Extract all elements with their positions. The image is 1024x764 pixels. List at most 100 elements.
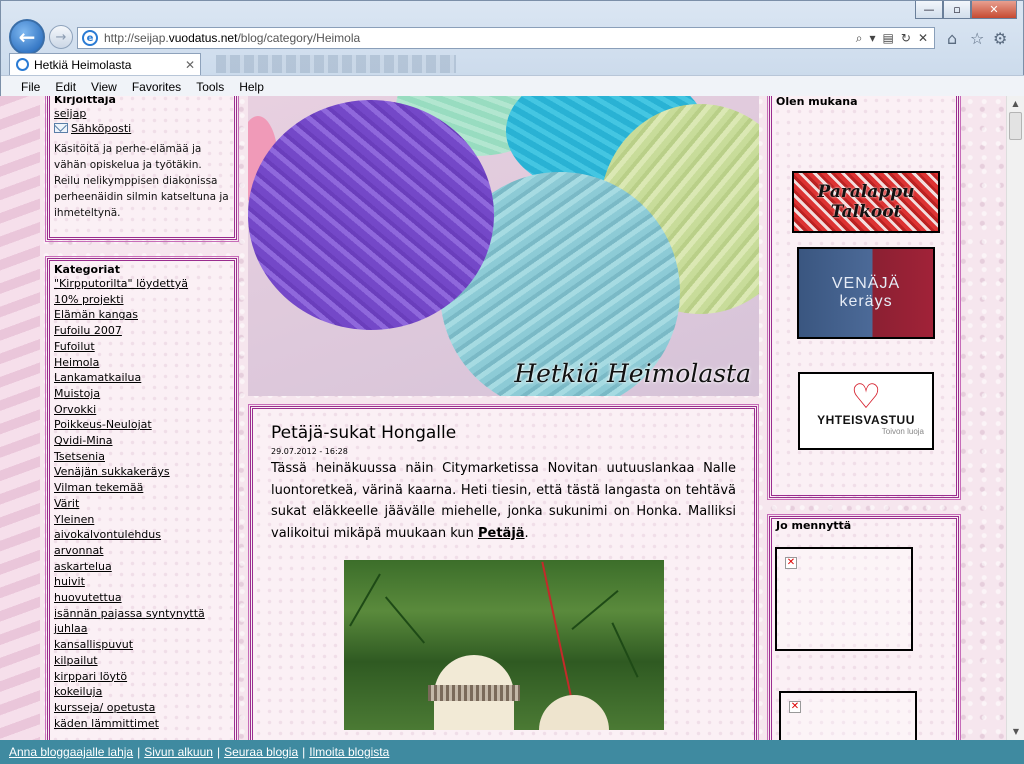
- maximize-button[interactable]: ▫: [943, 1, 971, 19]
- scroll-down-icon[interactable]: ▼: [1007, 724, 1024, 740]
- category-link[interactable]: kansallispuvut: [54, 637, 230, 653]
- window-controls: — ▫ ✕: [915, 1, 1017, 19]
- broken-image[interactable]: ✕: [779, 691, 917, 740]
- menu-tools[interactable]: Tools: [196, 80, 224, 94]
- category-link[interactable]: Orvokki: [54, 402, 230, 418]
- search-icon[interactable]: ⌕: [856, 31, 863, 46]
- broken-image-icon: ✕: [785, 557, 797, 569]
- category-link[interactable]: kilpailut: [54, 653, 230, 669]
- category-link[interactable]: käden lämmittimet: [54, 716, 230, 732]
- yhteisvastuu-banner[interactable]: ♡ YHTEISVASTUU Toivon luoja: [798, 372, 934, 450]
- category-link[interactable]: Tsetsenia: [54, 449, 230, 465]
- blog-footer-bar: Anna bloggaajalle lahja | Sivun alkuun | S…: [0, 740, 1024, 764]
- category-link[interactable]: 10% projekti: [54, 292, 230, 308]
- minimize-button[interactable]: —: [915, 1, 943, 19]
- post-title[interactable]: Petäjä-sukat Hongalle: [271, 423, 736, 443]
- categories-title: Kategoriat: [54, 263, 120, 276]
- post-date: 29.07.2012 - 16:28: [271, 447, 348, 456]
- category-link[interactable]: huivit: [54, 574, 230, 590]
- category-link[interactable]: Poikkeus-Neulojat: [54, 417, 230, 433]
- participating-panel: Olen mukana Paralappu Talkoot VENÄJÄ kerä…: [767, 96, 961, 500]
- home-icon[interactable]: ⌂: [947, 29, 957, 48]
- category-link[interactable]: Muistoja: [54, 386, 230, 402]
- scroll-up-icon[interactable]: ▲: [1007, 96, 1024, 112]
- category-link[interactable]: aivokalvontulehdus: [54, 527, 230, 543]
- category-link[interactable]: kursseja/ opetusta: [54, 700, 230, 716]
- category-link[interactable]: Yleinen: [54, 512, 230, 528]
- forward-arrow-icon[interactable]: →: [49, 25, 73, 49]
- category-link[interactable]: arvonnat: [54, 543, 230, 559]
- petaja-link[interactable]: Petäjä: [478, 526, 525, 541]
- heart-icon: ♡: [850, 377, 882, 416]
- url-domain: vuodatus.net: [168, 31, 238, 45]
- menu-bar: File Edit View Favorites Tools Help: [1, 75, 1024, 97]
- venaja-kerays-banner[interactable]: VENÄJÄ keräys: [797, 247, 935, 339]
- category-link[interactable]: Lankamatkailua: [54, 370, 230, 386]
- menu-favorites[interactable]: Favorites: [132, 80, 181, 94]
- report-blog-link[interactable]: Ilmoita blogista: [309, 745, 389, 759]
- category-link[interactable]: kirppari löytö: [54, 669, 230, 685]
- pine-branch: [610, 622, 639, 678]
- category-link[interactable]: Värit: [54, 496, 230, 512]
- tabstrip-background: [216, 55, 456, 73]
- author-link[interactable]: seijap: [54, 106, 230, 122]
- menu-view[interactable]: View: [91, 80, 117, 94]
- category-link[interactable]: Qvidi-Mina: [54, 433, 230, 449]
- category-link[interactable]: juhlaa: [54, 621, 230, 637]
- broken-image-icon: ✕: [789, 701, 801, 713]
- gift-link[interactable]: Anna bloggaajalle lahja: [9, 745, 133, 759]
- author-title: Kirjoittaja: [54, 96, 116, 106]
- browser-tab[interactable]: Hetkiä Heimolasta ✕: [9, 53, 201, 75]
- refresh-icon[interactable]: ↻: [901, 31, 911, 46]
- back-arrow-icon[interactable]: ←: [9, 19, 45, 55]
- category-link[interactable]: Elämän kangas: [54, 307, 230, 323]
- category-link[interactable]: huovutettua: [54, 590, 230, 606]
- ie-page-icon: e: [82, 30, 98, 46]
- category-link[interactable]: askartelua: [54, 559, 230, 575]
- category-link[interactable]: "Kirpputorilta" löydettyä: [54, 276, 230, 292]
- category-link[interactable]: kokeiluja: [54, 684, 230, 700]
- category-link[interactable]: Heimola: [54, 355, 230, 371]
- browser-chrome: — ▫ ✕ ← → e http://seijap.vuodatus.net/b…: [0, 0, 1024, 97]
- star-icon[interactable]: ☆: [970, 29, 984, 48]
- tab-title: Hetkiä Heimolasta: [34, 57, 132, 72]
- category-link[interactable]: Fufoilu 2007: [54, 323, 230, 339]
- header-caption: Hetkiä Heimolasta: [514, 359, 751, 388]
- address-url[interactable]: http://seijap.vuodatus.net/blog/category…: [104, 31, 360, 45]
- gear-icon[interactable]: ⚙: [993, 29, 1007, 48]
- compat-view-icon[interactable]: ▤: [883, 31, 894, 46]
- tab-favicon: [16, 58, 29, 71]
- category-link[interactable]: isännän pajassa syntynyttä: [54, 606, 230, 622]
- past-panel: Jo mennyttä ✕ ✕: [767, 514, 961, 740]
- email-label: Sähköposti: [71, 121, 132, 135]
- category-link[interactable]: Venäjän sukkakeräys: [54, 464, 230, 480]
- post-body: Tässä heinäkuussa näin Citymarketissa No…: [271, 458, 736, 544]
- yhteisvastuu-line2: Toivon luoja: [881, 426, 924, 436]
- follow-blog-link[interactable]: Seuraa blogia: [224, 745, 298, 759]
- pine-branch: [384, 596, 425, 644]
- separator: |: [216, 745, 221, 759]
- paralappu-line2: Talkoot: [830, 202, 902, 222]
- close-tab-icon[interactable]: ✕: [185, 58, 195, 72]
- menu-edit[interactable]: Edit: [55, 80, 76, 94]
- scroll-thumb[interactable]: [1009, 112, 1022, 140]
- sock-right: [538, 695, 609, 730]
- broken-image[interactable]: ✕: [775, 547, 913, 651]
- dropdown-icon[interactable]: ▾: [870, 31, 876, 46]
- blog-post: Petäjä-sukat Hongalle 29.07.2012 - 16:28…: [248, 404, 759, 740]
- close-window-button[interactable]: ✕: [971, 1, 1017, 19]
- paralappu-banner[interactable]: Paralappu Talkoot: [792, 171, 940, 233]
- top-of-page-link[interactable]: Sivun alkuun: [144, 745, 213, 759]
- sock-cuff-band: [427, 685, 520, 701]
- email-link[interactable]: Sähköposti: [54, 122, 230, 135]
- vertical-scrollbar[interactable]: ▲ ▼: [1006, 96, 1024, 740]
- menu-help[interactable]: Help: [239, 80, 264, 94]
- category-link[interactable]: Vilman tekemää: [54, 480, 230, 496]
- category-list: "Kirpputorilta" löydettyä 10% projekti E…: [54, 276, 230, 731]
- address-bar[interactable]: e http://seijap.vuodatus.net/blog/catego…: [77, 27, 935, 49]
- menu-file[interactable]: File: [21, 80, 40, 94]
- category-link[interactable]: Fufoilut: [54, 339, 230, 355]
- yhteisvastuu-line1: YHTEISVASTUU: [817, 412, 915, 427]
- stop-icon[interactable]: ✕: [918, 31, 928, 46]
- yarn-ball-purple: [248, 100, 494, 330]
